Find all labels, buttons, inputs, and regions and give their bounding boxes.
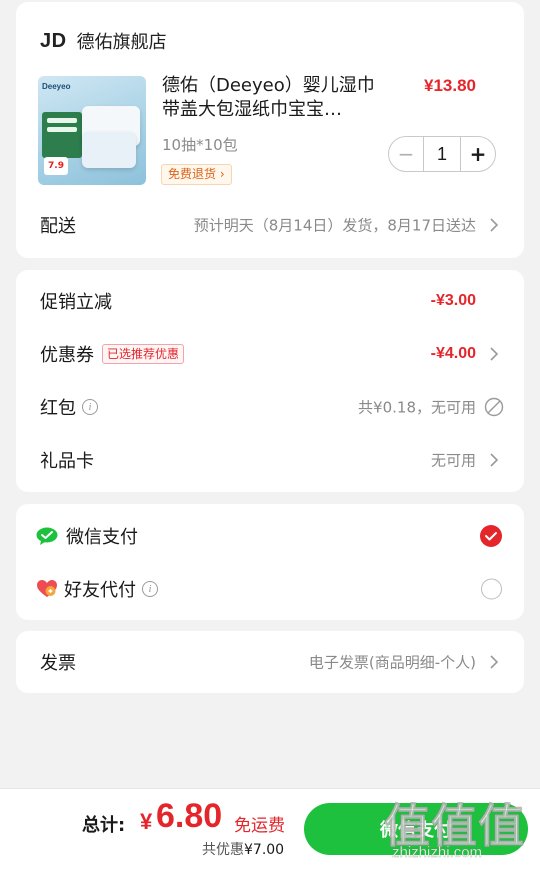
coupon-value: -¥4.00 [430,345,476,362]
heart-icon [37,580,57,597]
store-header[interactable]: JD 德佑旗舰店 [40,28,167,54]
chevron-right-icon [490,453,499,467]
friend-pay-option[interactable]: 好友代付 i [16,567,524,611]
product-title[interactable]: 德佑（Deeyeo）婴儿湿巾带盖大包湿纸巾宝宝… [162,74,382,122]
jd-logo: JD [40,29,67,52]
delivery-value: 预计明天（8月14日）发货，8月17日送达 [193,216,476,235]
increase-quantity-button[interactable]: + [461,137,495,171]
wechat-pay-button[interactable]: 微信支付 [304,803,528,855]
coupon-label: 优惠券 [40,345,94,366]
product-price: ¥13.80 [424,76,476,95]
delivery-row[interactable]: 配送 预计明天（8月14日）发货，8月17日送达 [16,203,524,247]
invoice-value: 电子发票(商品明细-个人) [308,653,476,672]
saving-amount: ¥7.00 [244,842,285,858]
total-currency: ¥ [140,809,153,834]
quantity-value[interactable]: 1 [423,137,461,171]
wechat-pay-label-group: 微信支付 [36,523,138,549]
promo-row: 促销立减 -¥3.00 [16,279,524,323]
total-amount: 6.80 [156,797,223,835]
giftcard-row[interactable]: 礼品卡 无可用 [16,438,524,482]
info-icon[interactable]: i [142,581,158,597]
giftcard-label: 礼品卡 [40,451,94,472]
invoice-label: 发票 [40,653,76,674]
product-image-label [42,112,82,158]
chevron-right-icon [490,655,499,669]
store-name: 德佑旗舰店 [76,32,167,53]
redpacket-value: 共¥0.18，无可用 [358,398,476,417]
payment-card: 微信支付 好友代付 i [16,504,524,620]
delivery-label: 配送 [40,216,76,237]
chevron-right-icon [490,218,499,232]
product-spec: 10抽*10包 [162,136,238,154]
product-image-brand: Deeyeo [42,82,71,91]
total-saving[interactable]: 共优惠¥7.00 [202,839,284,859]
redpacket-row[interactable]: 红包 i 共¥0.18，无可用 [16,385,524,429]
store-card: JD 德佑旗舰店 Deeyeo 7.9 德佑（Deeyeo）婴儿湿巾带盖大包湿纸… [16,2,524,258]
product-image-price-tag: 7.9 [44,157,68,175]
unavailable-icon [484,397,504,417]
free-shipping-label: 免运费 [234,816,285,836]
invoice-row[interactable]: 发票 电子发票(商品明细-个人) [16,640,524,684]
discounts-card: 促销立减 -¥3.00 优惠券 已选推荐优惠 -¥4.00 红包 i 共¥0.1… [16,270,524,492]
radio-checked-icon[interactable] [480,525,502,547]
radio-unchecked-icon[interactable] [481,578,502,600]
coupon-recommended-tag: 已选推荐优惠 [102,344,185,364]
info-icon[interactable]: i [82,399,98,415]
friend-pay-label: 好友代付 [64,580,136,601]
promo-value: -¥3.00 [430,292,476,309]
coupon-label-group: 优惠券 已选推荐优惠 [40,341,185,367]
total-label: 总计: [82,815,126,836]
redpacket-label-group: 红包 i [40,394,98,420]
decrease-quantity-button[interactable]: − [389,137,423,171]
wechat-icon [36,527,58,545]
quantity-stepper: − 1 + [388,136,496,172]
invoice-card: 发票 电子发票(商品明细-个人) [16,631,524,693]
product-image-pack-2 [82,132,136,168]
wechat-pay-option[interactable]: 微信支付 [16,514,524,558]
chevron-right-icon [490,347,499,361]
friend-pay-label-group: 好友代付 i [36,576,158,602]
coupon-row[interactable]: 优惠券 已选推荐优惠 -¥4.00 [16,332,524,376]
promo-label: 促销立减 [40,292,112,313]
redpacket-label: 红包 [40,398,76,419]
checkout-bar: 总计: ¥ 6.80 免运费 共优惠¥7.00 微信支付 [0,788,540,874]
product-image[interactable]: Deeyeo 7.9 [38,76,146,185]
saving-prefix: 共优惠 [202,842,244,858]
wechat-pay-label: 微信支付 [66,527,138,548]
giftcard-value: 无可用 [430,451,476,470]
free-return-badge[interactable]: 免费退货 › [161,164,232,185]
